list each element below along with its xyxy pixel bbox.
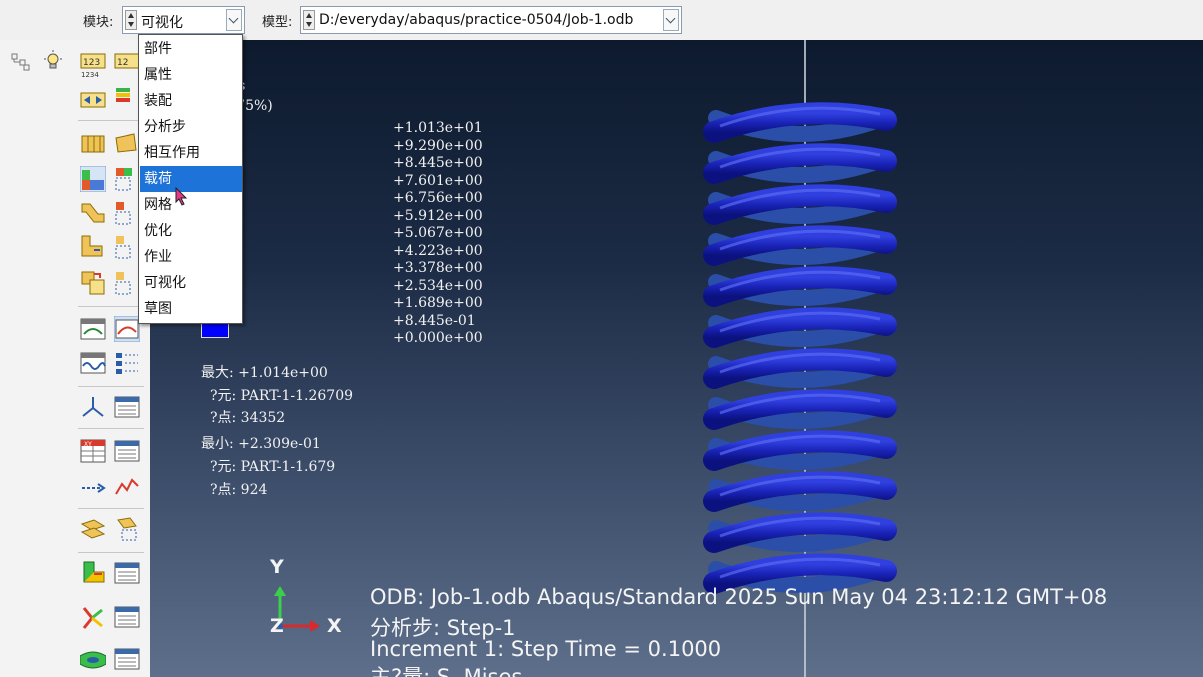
legend-value: +7.601e+00	[393, 172, 483, 189]
module-spin-icon[interactable]	[125, 10, 137, 30]
legend-max-element: ?元: PART-1-1.26709	[210, 388, 354, 404]
legend-value: +8.445e+00	[393, 155, 483, 171]
legend-value: +2.534e+00	[393, 277, 483, 294]
triad-x-label: X	[327, 615, 342, 637]
legend-min: 最小: +2.309e-01	[201, 436, 321, 452]
model-combo[interactable]: D:/everyday/abaqus/practice-0504/Job-1.o…	[300, 6, 682, 34]
superimpose-icon[interactable]	[80, 270, 106, 296]
info-primary-var: 主?量: S, Mises	[370, 665, 523, 677]
xy-plot-icon[interactable]	[114, 474, 140, 500]
module-menu-item[interactable]: 可视化	[140, 270, 242, 296]
layers-icon[interactable]	[114, 84, 140, 110]
triad-y-label: Y	[270, 556, 284, 578]
animate-harmonic-icon[interactable]	[80, 350, 106, 376]
orientation-options-icon[interactable]	[114, 234, 140, 260]
module-menu-item[interactable]: 属性	[140, 62, 242, 88]
mirror-icon[interactable]	[80, 88, 106, 114]
display-group-manager-icon[interactable]	[114, 560, 140, 586]
symbol-options-icon[interactable]	[114, 200, 140, 226]
view-cut-icon[interactable]	[114, 516, 140, 542]
svg-text:XY: XY	[84, 441, 92, 448]
module-menu-item[interactable]: 草图	[140, 296, 242, 322]
xy-data-manager-icon[interactable]	[114, 438, 140, 464]
display-group-icon[interactable]	[80, 560, 106, 586]
info-odb: ODB: Job-1.odb Abaqus/Standard 2025 Sun …	[370, 585, 1108, 609]
activate-elements-icon[interactable]	[80, 604, 106, 630]
model-spin-icon[interactable]	[303, 10, 315, 30]
triad-z-label: Z	[270, 615, 284, 637]
module-dropdown-menu: 部件 属性 装配 分析步 相互作用 载荷 网格 优化 作业 可视化 草图	[138, 34, 243, 324]
model-label: 模型:	[262, 15, 293, 30]
symbol-plot-icon[interactable]	[80, 200, 106, 226]
free-body-cut-icon[interactable]	[80, 516, 106, 542]
legend-value: +1.013e+01	[393, 120, 483, 136]
legend-value: +3.378e+00	[393, 260, 483, 276]
left-panel	[0, 40, 73, 677]
legend-value: +6.756e+00	[393, 190, 483, 206]
tree-filter-icon[interactable]	[10, 52, 32, 72]
model-value: D:/everyday/abaqus/practice-0504/Job-1.o…	[319, 12, 634, 28]
module-label: 模块:	[83, 15, 114, 30]
module-value: 可视化	[141, 15, 183, 31]
animation-options-icon[interactable]	[114, 350, 140, 376]
info-increment: Increment 1: Step Time = 0.1000	[370, 637, 722, 661]
legend-value: +5.067e+00	[393, 225, 483, 241]
contour-plot-icon[interactable]	[80, 166, 106, 192]
stream-manager-icon[interactable]	[114, 646, 140, 672]
deformed-shape-icon[interactable]	[114, 130, 140, 156]
svg-text:12: 12	[117, 58, 128, 68]
spring-model[interactable]	[700, 90, 900, 630]
module-menu-item[interactable]: 作业	[140, 244, 242, 270]
legend-value: +9.290e+00	[393, 137, 483, 154]
legend-value: +0.000e+00	[393, 330, 483, 346]
legend-max: 最大: +1.014e+00	[201, 365, 328, 381]
mouse-cursor-icon	[175, 187, 188, 206]
lightbulb-icon[interactable]	[42, 50, 64, 72]
module-combo[interactable]: 可视化	[122, 6, 245, 34]
create-coordinate-system-icon[interactable]	[80, 394, 106, 420]
legend-min-node: ?点: 924	[210, 482, 268, 498]
legend-min-element: ?元: PART-1-1.679	[210, 459, 336, 475]
material-orientation-icon[interactable]	[80, 234, 106, 260]
svg-text:123: 123	[83, 58, 100, 68]
module-menu-item[interactable]: 网格	[140, 192, 242, 218]
legend-value: +8.445e-01	[393, 312, 476, 329]
module-menu-item[interactable]: 装配	[140, 88, 242, 114]
coordinate-manager-icon[interactable]	[114, 394, 140, 420]
undeformed-shape-icon[interactable]	[80, 130, 106, 156]
animate-scale-icon[interactable]	[80, 316, 106, 342]
module-menu-item[interactable]: 载荷	[140, 166, 242, 192]
module-menu-item[interactable]: 优化	[140, 218, 242, 244]
legend-max-node: ?点: 34352	[210, 410, 286, 426]
contour-options-icon[interactable]	[114, 166, 140, 192]
numbering-alt-icon[interactable]: 12	[114, 52, 140, 78]
viewport[interactable]: es : 75%) 最大: +1.014e+00 ?元: PART-1-1.26…	[150, 40, 1203, 677]
chevron-down-icon[interactable]	[663, 9, 679, 31]
legend-value: +1.689e+00	[393, 295, 483, 311]
legend-value: +4.223e+00	[393, 242, 483, 259]
legend-value: +5.912e+00	[393, 207, 483, 224]
chevron-down-icon[interactable]	[226, 9, 242, 31]
stream-icon[interactable]	[80, 646, 106, 672]
numbering-icon[interactable]: 123 1234	[80, 52, 106, 78]
activation-manager-icon[interactable]	[114, 604, 140, 630]
svg-text:1234: 1234	[81, 71, 99, 78]
create-xy-data-icon[interactable]: XY	[80, 438, 106, 464]
animate-time-icon[interactable]	[114, 316, 140, 342]
path-icon[interactable]	[80, 474, 106, 500]
module-menu-item[interactable]: 分析步	[140, 114, 242, 140]
module-menu-item[interactable]: 部件	[140, 36, 242, 62]
module-menu-item[interactable]: 相互作用	[140, 140, 242, 166]
superimpose-options-icon[interactable]	[114, 270, 140, 296]
